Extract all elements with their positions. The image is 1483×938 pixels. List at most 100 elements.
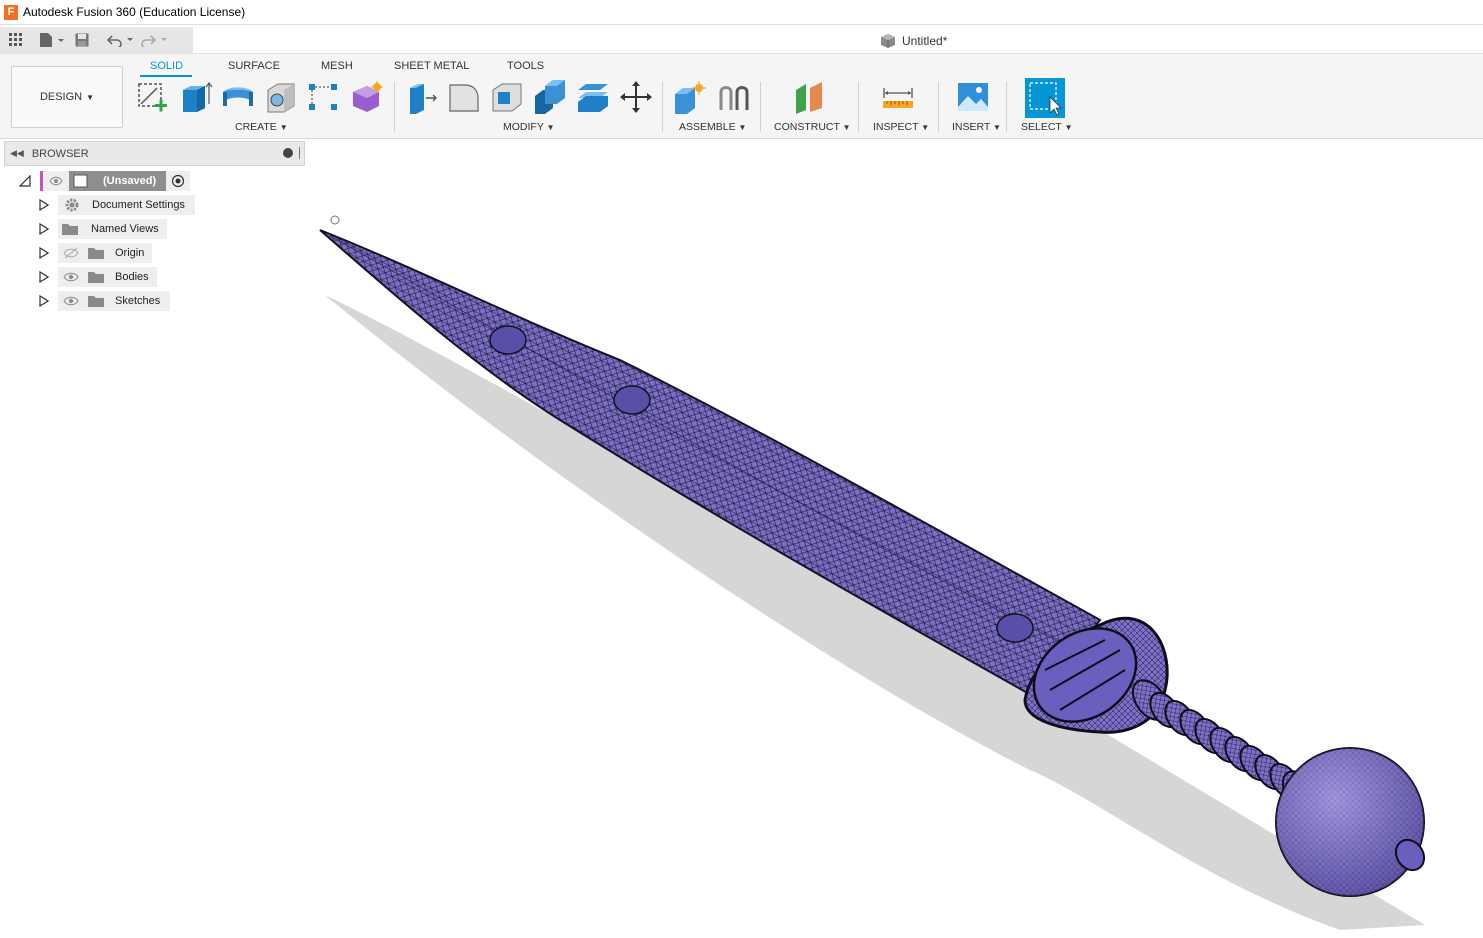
caret-down-icon: ▼ [86,92,95,102]
collapse-browser-icon[interactable]: ◀◀ [10,148,24,159]
create-sketch-icon [138,83,167,112]
combine-button[interactable] [532,79,568,115]
workspace-label: DESIGN [39,91,83,103]
data-panel-grid-icon[interactable] [9,29,23,51]
browser-pin-icon[interactable] [299,147,300,159]
tab-solid[interactable]: SOLID [150,60,183,72]
expand-triangle-icon[interactable] [37,246,51,260]
select-cursor-icon [1029,82,1062,116]
workspace-switcher-button[interactable]: DESIGN ▼ [11,66,123,128]
browser-root-row[interactable]: (Unsaved) [18,171,191,191]
insert-menu[interactable]: INSERT ▼ [952,121,1001,133]
browser-item-sketches[interactable]: Sketches [37,291,171,311]
orbit-pivot-indicator [330,215,340,225]
fusion-logo-icon: F [4,4,18,20]
offset-face-icon [578,84,608,112]
tab-mesh[interactable]: MESH [321,60,353,72]
browser-item-origin[interactable]: Origin [37,243,153,263]
document-cube-icon [881,34,895,48]
pattern-button[interactable] [305,79,341,115]
fillet-icon [449,84,479,112]
folder-icon [62,224,78,235]
activate-radio-icon[interactable] [166,171,191,191]
select-menu[interactable]: SELECT ▼ [1021,121,1073,133]
tab-sheet-metal[interactable]: SHEET METAL [394,60,469,72]
ribbon-divider [858,82,859,132]
browser-minimize-icon[interactable] [283,148,293,158]
document-tab[interactable]: Untitled* [880,31,947,51]
tab-tools[interactable]: TOOLS [507,60,544,72]
new-component-button[interactable] [672,79,708,115]
ribbon-divider [938,82,939,132]
pommel-mesh [1276,748,1424,896]
caret-down-icon: ▼ [738,123,747,132]
move-copy-button[interactable] [618,79,654,115]
visibility-eye-icon[interactable] [43,171,69,191]
browser-root-node[interactable]: (Unsaved) [69,171,167,191]
folder-icon [88,272,104,283]
collapse-triangle-icon[interactable] [18,174,32,188]
assemble-label: ASSEMBLE [679,121,736,133]
insert-image-button[interactable] [955,79,991,115]
browser-item-label: Bodies [115,271,149,283]
undo-icon[interactable] [107,29,135,51]
ribbon-divider [662,82,663,132]
ribbon-divider [1006,82,1007,132]
shell-button[interactable] [489,79,525,115]
joint-icon [719,86,749,110]
browser-panel-header: ◀◀ BROWSER [4,141,305,166]
insert-label: INSERT [952,121,991,133]
expand-triangle-icon[interactable] [37,294,51,308]
ribbon-divider [760,82,761,132]
visibility-eye-icon[interactable] [63,295,79,307]
joint-button[interactable] [716,79,752,115]
caret-down-icon: ▼ [279,123,288,132]
file-menu-icon[interactable] [39,29,65,51]
visibility-eye-icon[interactable] [63,271,79,283]
browser-item-document-settings[interactable]: Document Settings [37,195,195,215]
revolve-icon [223,87,253,106]
select-label: SELECT [1021,121,1062,133]
gear-icon [65,198,79,212]
hole-button[interactable] [263,79,299,115]
fillet-button[interactable] [446,79,482,115]
quick-access-toolbar [0,27,193,53]
expand-triangle-icon[interactable] [37,270,51,284]
sword-blade[interactable] [319,229,1102,702]
press-pull-button[interactable] [403,79,439,115]
model-shadow [325,295,1425,930]
offset-plane-button[interactable] [791,79,827,115]
hidden-eye-icon[interactable] [63,247,79,259]
redo-icon[interactable] [141,29,169,51]
browser-item-named-views[interactable]: Named Views [37,219,167,239]
browser-item-label: Document Settings [92,199,185,211]
revolve-button[interactable] [220,79,256,115]
caret-down-icon: ▼ [842,123,851,132]
blade-hole [996,613,1034,643]
browser-item-bodies[interactable]: Bodies [37,267,157,287]
extrude-icon [183,82,213,112]
browser-item-label: Origin [115,247,145,259]
save-icon[interactable] [75,29,89,51]
construct-menu[interactable]: CONSTRUCT ▼ [774,121,851,133]
create-sketch-button[interactable] [134,79,170,115]
create-menu[interactable]: CREATE ▼ [235,121,288,133]
modify-menu[interactable]: MODIFY ▼ [503,121,555,133]
modify-label: MODIFY [503,121,544,133]
extrude-button[interactable] [178,79,214,115]
measure-button[interactable] [880,79,916,115]
expand-triangle-icon[interactable] [37,222,51,236]
tab-surface[interactable]: SURFACE [228,60,280,72]
offset-face-button[interactable] [575,79,611,115]
window-title: Autodesk Fusion 360 (Education License) [23,5,246,19]
inspect-menu[interactable]: INSPECT ▼ [873,121,929,133]
expand-triangle-icon[interactable] [37,198,51,212]
canvas-viewport[interactable] [0,138,1483,933]
select-button[interactable] [1025,78,1065,118]
ribbon-divider [394,82,395,132]
folder-icon [88,296,104,307]
sword-model[interactable] [0,138,1483,933]
create-label: CREATE [235,121,277,133]
create-form-button[interactable] [348,79,384,115]
assemble-menu[interactable]: ASSEMBLE ▼ [679,121,746,133]
